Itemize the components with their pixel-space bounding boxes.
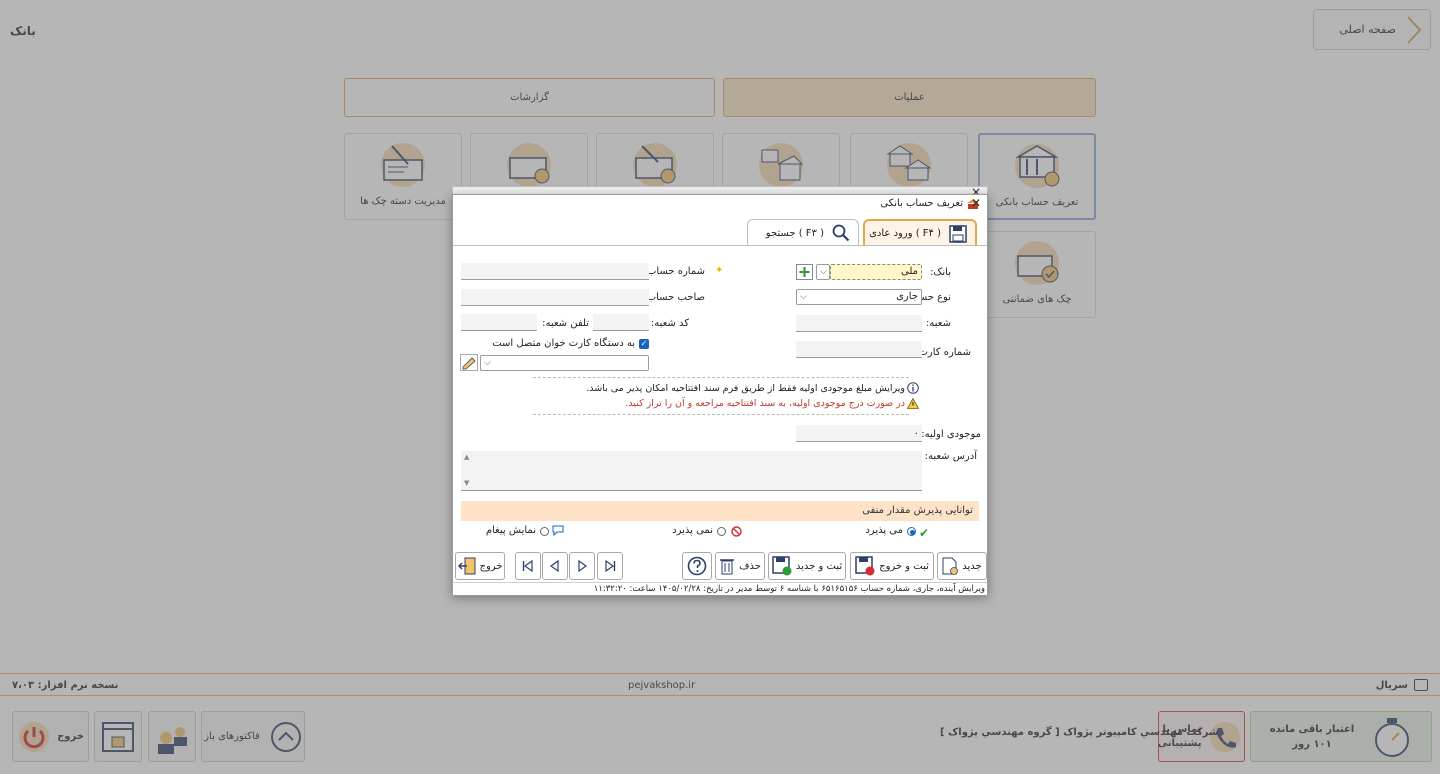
status-bar: ویرایش آینده، جاری، شماره حساب ۶۵۱۶۵۱۵۶ … (593, 584, 985, 594)
play-left-icon (549, 559, 559, 573)
initial-balance-label: موجودی اولیه: (921, 429, 981, 440)
status-separator (453, 582, 987, 583)
save-icon (949, 224, 967, 243)
next-record-button[interactable] (569, 552, 595, 580)
trash-icon (720, 559, 735, 575)
branch-address-label: آدرس شعبه: (924, 451, 977, 462)
branch-phone-label: تلفن شعبه: (542, 318, 589, 329)
delete-button[interactable]: حذف (715, 552, 765, 580)
save-close-icon (855, 556, 875, 576)
new-button[interactable]: جدید (937, 552, 987, 580)
save-exit-button[interactable]: ثبت و خروج (850, 552, 934, 580)
add-bank-button[interactable] (796, 264, 813, 280)
info-icon (907, 382, 919, 394)
skip-start-icon (522, 559, 533, 573)
play-right-icon (578, 559, 588, 573)
last-record-button[interactable] (597, 552, 623, 580)
tab-search[interactable]: جستجو ( F۳ ) (747, 219, 859, 246)
card-number-label: شماره کارت: (915, 347, 971, 358)
branch-address-textarea[interactable]: ▲ ▼ (461, 451, 922, 491)
save-add-icon (772, 556, 792, 576)
help-button[interactable] (682, 552, 712, 580)
tab-search-label: جستجو ( F۳ ) (765, 227, 824, 239)
save-new-label: ثبت و جدید (795, 560, 843, 572)
not-accepts-radio[interactable] (717, 527, 726, 536)
account-type-select[interactable]: جاری ⌵ (796, 289, 922, 305)
branch-code-label: کد شعبه: (650, 318, 689, 329)
new-document-icon (942, 557, 959, 575)
branch-code-input[interactable] (593, 314, 649, 331)
accepts-radio[interactable] (907, 527, 916, 536)
branch-label: شعبه: (926, 318, 951, 329)
show-message-radio[interactable] (540, 527, 549, 536)
close-icon[interactable]: ✕ (971, 196, 981, 210)
chevron-down-icon: ⌵ (484, 358, 491, 368)
check-icon: ✔ (919, 526, 930, 540)
not-accepts-label: نمی پذیرد (672, 525, 713, 536)
exit-label: خروج (479, 560, 503, 572)
show-message-label: نمایش پیغام (485, 525, 536, 536)
initial-balance-value: ۰ (913, 428, 919, 439)
card-reader-select[interactable]: ⌵ (480, 355, 649, 371)
warning-notice: در صورت درج موجودی اولیه، به سند افتتاحی… (625, 398, 905, 409)
new-label: جدید (962, 560, 982, 572)
scroll-down-icon[interactable]: ▼ (464, 479, 469, 487)
bank-select[interactable]: ملی (830, 264, 922, 280)
bank-dropdown-button[interactable]: ⌵ (816, 264, 830, 280)
tab-normal-label: ورود عادی ( F۴ ) (869, 228, 941, 239)
forbidden-icon (731, 526, 742, 537)
plus-icon (799, 267, 810, 277)
initial-balance-input: ۰ (796, 425, 922, 442)
card-reader-label: به دستگاه کارت خوان متصل است (492, 338, 635, 349)
search-icon (832, 224, 850, 242)
tab-underline (453, 245, 987, 246)
account-owner-input[interactable] (461, 289, 649, 306)
tab-normal-entry[interactable]: ورود عادی ( F۴ ) (863, 219, 977, 246)
star-icon: ✦ (715, 265, 724, 276)
card-number-input[interactable] (796, 341, 922, 358)
save-exit-label: ثبت و خروج (879, 560, 929, 572)
branch-phone-input[interactable] (461, 314, 537, 331)
accepts-label: می پذیرد (865, 525, 903, 536)
chevron-down-icon: ⌵ (800, 292, 807, 302)
dialog-title: تعریف حساب بانکی (880, 198, 963, 209)
card-reader-checkbox[interactable]: ✓ (639, 339, 649, 349)
exit-door-icon (457, 557, 476, 575)
account-number-input[interactable] (461, 263, 649, 280)
info-notice: ویرایش مبلغ موجودی اولیه فقط از طریق فرم… (586, 383, 905, 394)
account-type-value: جاری (896, 291, 918, 302)
bank-value: ملی (900, 266, 918, 277)
branch-input[interactable] (796, 315, 922, 332)
scroll-up-icon[interactable]: ▲ (464, 453, 469, 461)
skip-end-icon (605, 559, 616, 573)
delete-label: حذف (739, 560, 761, 572)
save-new-button[interactable]: ثبت و جدید (768, 552, 846, 580)
bank-label: بانک: (930, 267, 951, 278)
previous-record-button[interactable] (542, 552, 568, 580)
account-number-label: شماره حساب: (643, 266, 705, 277)
chevron-down-icon: ⌵ (820, 267, 827, 277)
first-record-button[interactable] (515, 552, 541, 580)
bank-account-dialog: تعریف حساب بانکی ✕ ورود عادی ( F۴ ) جستج… (452, 194, 988, 596)
account-owner-label: صاحب حساب: (643, 292, 705, 303)
negative-value-header: توانایی پذیرش مقدار منفی (461, 501, 979, 521)
exit-button[interactable]: خروج (455, 552, 505, 580)
edit-card-reader-button[interactable] (460, 354, 478, 371)
message-icon (552, 525, 564, 536)
pencil-icon (462, 357, 476, 370)
warning-icon (907, 398, 919, 409)
help-icon (687, 556, 707, 576)
dialog-titlebar: تعریف حساب بانکی ✕ (453, 195, 987, 213)
